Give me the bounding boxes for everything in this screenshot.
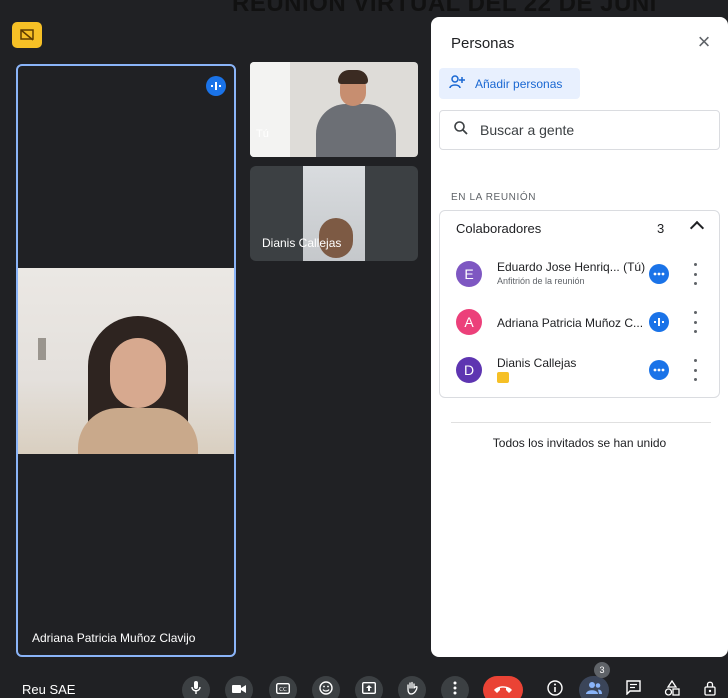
chevron-up-icon <box>689 220 705 236</box>
participant-row[interactable]: D Dianis Callejas <box>440 351 719 395</box>
self-video-tile[interactable]: Tú <box>250 62 418 157</box>
participant-row[interactable]: A Adriana Patricia Muñoz C... <box>440 303 719 347</box>
panel-title: Personas <box>451 35 515 52</box>
add-people-button[interactable]: Añadir personas <box>439 68 580 99</box>
meeting-name: Reu SAE <box>22 682 76 697</box>
participant-tile-name: Dianis Callejas <box>262 236 342 250</box>
close-icon[interactable]: × <box>694 31 714 53</box>
more-dots-icon <box>649 264 669 284</box>
speaking-indicator-icon <box>206 76 226 96</box>
camera-icon <box>232 681 246 698</box>
microphone-icon <box>191 680 201 698</box>
hang-up-icon <box>493 681 513 698</box>
host-controls-button[interactable] <box>697 676 725 698</box>
group-title: Colaboradores <box>456 221 542 236</box>
people-count-badge: 3 <box>594 662 610 678</box>
participant-name: Eduardo Jose Henriq... (Tú) <box>497 260 646 274</box>
add-people-label: Añadir personas <box>475 76 563 91</box>
end-call-button[interactable] <box>483 676 523 698</box>
mic-button[interactable] <box>182 676 210 698</box>
avatar: E <box>456 261 482 287</box>
more-options-icon[interactable] <box>694 359 698 381</box>
participant-row[interactable]: E Eduardo Jose Henriq... (Tú) Anfitrión … <box>440 255 719 299</box>
avatar: D <box>456 357 482 383</box>
participant-name: Dianis Callejas <box>497 356 577 370</box>
chat-button[interactable] <box>619 676 647 698</box>
info-icon <box>547 679 563 698</box>
more-vert-icon <box>453 681 457 698</box>
shapes-icon <box>664 679 680 698</box>
group-count: 3 <box>657 221 665 236</box>
participant-name: Adriana Patricia Muñoz C... <box>497 316 644 330</box>
more-options-icon[interactable] <box>694 263 698 285</box>
captions-button[interactable]: CC <box>269 676 297 698</box>
camera-button[interactable] <box>225 676 253 698</box>
people-search[interactable] <box>439 110 720 150</box>
self-tile-label: Tú <box>256 128 269 140</box>
meeting-info-button[interactable] <box>541 676 569 698</box>
presenting-badge-icon <box>497 372 509 383</box>
emoji-button[interactable] <box>312 676 340 698</box>
participant-video-tile[interactable]: Dianis Callejas <box>250 166 418 261</box>
collaborators-group-header[interactable]: Colaboradores 3 <box>440 211 719 245</box>
emoji-icon <box>319 680 333 698</box>
main-video-tile[interactable]: Adriana Patricia Muñoz Clavijo <box>16 64 236 657</box>
search-icon <box>454 120 468 140</box>
meeting-banner: REUNIÓN VIRTUAL DEL 22 DE JUNI <box>232 0 657 16</box>
hand-icon <box>405 681 419 698</box>
main-tile-name: Adriana Patricia Muñoz Clavijo <box>32 631 196 645</box>
people-button[interactable] <box>580 676 608 698</box>
present-screen-icon <box>361 681 377 698</box>
bottom-control-bar: Reu SAE CC 3 <box>0 662 728 698</box>
section-label: EN LA REUNIÓN <box>451 192 537 203</box>
svg-text:CC: CC <box>279 687 287 693</box>
more-options-icon[interactable] <box>694 311 698 333</box>
all-joined-text: Todos los invitados se han unido <box>492 436 667 450</box>
activities-button[interactable] <box>658 676 686 698</box>
chat-icon <box>625 680 641 698</box>
participant-role: Anfitrión de la reunión <box>497 276 585 286</box>
search-input[interactable] <box>480 122 700 138</box>
more-dots-icon <box>649 360 669 380</box>
people-icon <box>585 681 603 698</box>
presentation-badge-icon <box>12 22 42 48</box>
captions-icon: CC <box>275 681 291 698</box>
add-person-icon <box>449 75 467 92</box>
divider <box>451 422 711 423</box>
present-button[interactable] <box>355 676 383 698</box>
people-panel: Personas × Añadir personas EN LA REUNIÓN… <box>431 17 728 657</box>
speaking-indicator-icon <box>649 312 669 332</box>
more-options-button[interactable] <box>441 676 469 698</box>
collaborators-group: Colaboradores 3 E Eduardo Jose Henriq...… <box>439 210 720 398</box>
lock-person-icon <box>703 680 719 698</box>
avatar: A <box>456 309 482 335</box>
raise-hand-button[interactable] <box>398 676 426 698</box>
main-video-feed <box>18 268 234 454</box>
